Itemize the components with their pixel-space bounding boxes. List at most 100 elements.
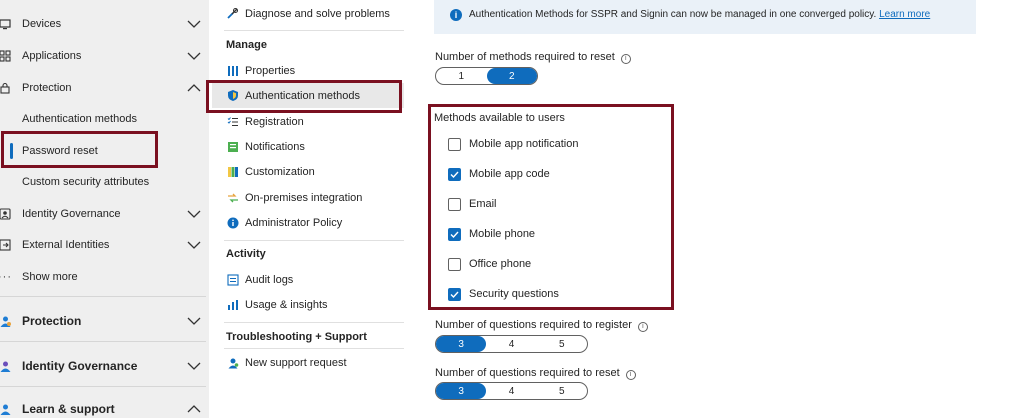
support-icon bbox=[226, 356, 239, 369]
learn-icon bbox=[0, 402, 12, 416]
nav-item-external-identities[interactable]: External Identities bbox=[0, 230, 209, 260]
lock-icon bbox=[0, 81, 12, 95]
nav-section-identity-governance[interactable]: Identity Governance bbox=[0, 351, 209, 381]
properties-icon bbox=[226, 64, 239, 77]
nav-item-custom-security-attributes[interactable]: Custom security attributes bbox=[0, 167, 209, 197]
chevron-down-icon[interactable] bbox=[186, 48, 202, 64]
audit-logs-icon bbox=[226, 273, 239, 286]
learn-more-link[interactable]: Learn more bbox=[879, 9, 930, 20]
external-identities-icon bbox=[0, 238, 12, 252]
info-icon bbox=[226, 216, 239, 229]
info-icon[interactable]: i bbox=[637, 322, 648, 332]
method-mobile-phone[interactable]: Mobile phone bbox=[448, 226, 535, 242]
highlight-box bbox=[1, 131, 158, 168]
methods-required-toggle[interactable]: 1 2 bbox=[435, 67, 538, 85]
info-icon: i bbox=[450, 9, 462, 21]
menu-label: Registration bbox=[245, 115, 304, 128]
option-3[interactable]: 3 bbox=[436, 336, 487, 352]
checkmark-icon bbox=[450, 231, 459, 238]
divider bbox=[224, 348, 404, 349]
option-2[interactable]: 2 bbox=[486, 68, 537, 84]
nav-label: External Identities bbox=[22, 239, 110, 251]
menu-label: Properties bbox=[245, 64, 296, 77]
main-content: i Authentication Methods for SSPR and Si… bbox=[420, 0, 1023, 418]
chevron-up-icon[interactable] bbox=[186, 401, 202, 417]
chevron-up-icon[interactable] bbox=[186, 80, 202, 96]
option-4[interactable]: 4 bbox=[486, 336, 536, 352]
field-label-text: Number of questions required to register bbox=[435, 319, 632, 331]
divider bbox=[224, 240, 404, 241]
chevron-down-icon[interactable] bbox=[186, 313, 202, 329]
questions-register-label: Number of questions required to register… bbox=[435, 319, 648, 332]
checkbox[interactable] bbox=[448, 167, 461, 181]
menu-item-diagnose[interactable]: Diagnose and solve problems bbox=[212, 1, 404, 26]
info-icon[interactable]: i bbox=[620, 54, 631, 64]
menu-label: Customization bbox=[245, 165, 315, 178]
chevron-down-icon[interactable] bbox=[186, 237, 202, 253]
menu-label: Administrator Policy bbox=[245, 216, 343, 229]
notifications-icon bbox=[226, 140, 239, 153]
nav-section-label: Learn & support bbox=[22, 402, 115, 416]
wrench-icon bbox=[226, 7, 239, 20]
info-icon[interactable]: i bbox=[625, 370, 636, 380]
divider bbox=[0, 341, 206, 342]
chevron-down-icon[interactable] bbox=[186, 358, 202, 374]
applications-icon bbox=[0, 49, 12, 63]
option-5[interactable]: 5 bbox=[537, 336, 587, 352]
methods-available-title: Methods available to users bbox=[434, 112, 565, 124]
checkbox-label: Mobile app notification bbox=[469, 138, 579, 150]
nav-item-devices[interactable]: Devices bbox=[0, 9, 209, 39]
method-email[interactable]: Email bbox=[448, 196, 497, 212]
menu-item-on-premises-integration[interactable]: On-premises integration bbox=[212, 185, 404, 210]
option-4[interactable]: 4 bbox=[486, 383, 536, 399]
integration-icon bbox=[226, 191, 239, 204]
section-heading-support: Troubleshooting + Support bbox=[226, 331, 367, 343]
menu-item-audit-logs[interactable]: Audit logs bbox=[212, 267, 404, 292]
nav-item-identity-governance[interactable]: Identity Governance bbox=[0, 199, 209, 229]
menu-item-registration[interactable]: Registration bbox=[212, 109, 404, 134]
menu-label: Diagnose and solve problems bbox=[245, 7, 390, 20]
method-mobile-app-notification[interactable]: Mobile app notification bbox=[448, 136, 578, 152]
chevron-down-icon[interactable] bbox=[186, 206, 202, 222]
customization-icon bbox=[226, 165, 239, 178]
menu-item-new-support-request[interactable]: New support request bbox=[212, 350, 404, 375]
methods-required-label: Number of methods required to reset i bbox=[435, 51, 631, 64]
identity-governance-icon bbox=[0, 207, 12, 221]
nav-item-applications[interactable]: Applications bbox=[0, 41, 209, 71]
method-security-questions[interactable]: Security questions bbox=[448, 286, 559, 302]
option-3[interactable]: 3 bbox=[436, 383, 487, 399]
divider bbox=[224, 322, 404, 323]
nav-label: Identity Governance bbox=[22, 208, 121, 220]
questions-reset-toggle[interactable]: 3 4 5 bbox=[435, 382, 588, 400]
chevron-down-icon[interactable] bbox=[186, 16, 202, 32]
checkbox-label: Email bbox=[469, 198, 497, 210]
menu-item-notifications[interactable]: Notifications bbox=[212, 134, 404, 159]
menu-item-customization[interactable]: Customization bbox=[212, 159, 404, 184]
method-mobile-app-code[interactable]: Mobile app code bbox=[448, 166, 550, 182]
nav-item-authentication-methods[interactable]: Authentication methods bbox=[0, 104, 209, 134]
checkbox[interactable] bbox=[448, 197, 461, 211]
usage-icon bbox=[226, 298, 239, 311]
nav-section-protection[interactable]: Protection bbox=[0, 306, 209, 336]
nav-label: Devices bbox=[22, 18, 62, 30]
field-label-text: Number of methods required to reset bbox=[435, 51, 615, 63]
option-5[interactable]: 5 bbox=[537, 383, 587, 399]
nav-item-protection[interactable]: Protection bbox=[0, 73, 209, 103]
nav-label: Protection bbox=[22, 82, 72, 94]
divider bbox=[224, 30, 404, 31]
option-1[interactable]: 1 bbox=[436, 68, 487, 84]
registration-icon bbox=[226, 115, 239, 128]
nav-item-show-more[interactable]: ··· Show more bbox=[0, 262, 209, 292]
checkbox[interactable] bbox=[448, 287, 461, 301]
menu-item-usage-insights[interactable]: Usage & insights bbox=[212, 292, 404, 317]
nav-section-learn-support[interactable]: Learn & support bbox=[0, 394, 209, 418]
checkbox[interactable] bbox=[448, 227, 461, 241]
checkbox[interactable] bbox=[448, 257, 461, 271]
blade-menu: Diagnose and solve problems Manage Prope… bbox=[206, 0, 408, 418]
method-office-phone[interactable]: Office phone bbox=[448, 256, 531, 272]
info-banner: i Authentication Methods for SSPR and Si… bbox=[434, 0, 976, 34]
menu-item-administrator-policy[interactable]: Administrator Policy bbox=[212, 210, 404, 235]
checkbox[interactable] bbox=[448, 137, 461, 151]
questions-register-toggle[interactable]: 3 4 5 bbox=[435, 335, 588, 353]
menu-label: New support request bbox=[245, 356, 347, 369]
